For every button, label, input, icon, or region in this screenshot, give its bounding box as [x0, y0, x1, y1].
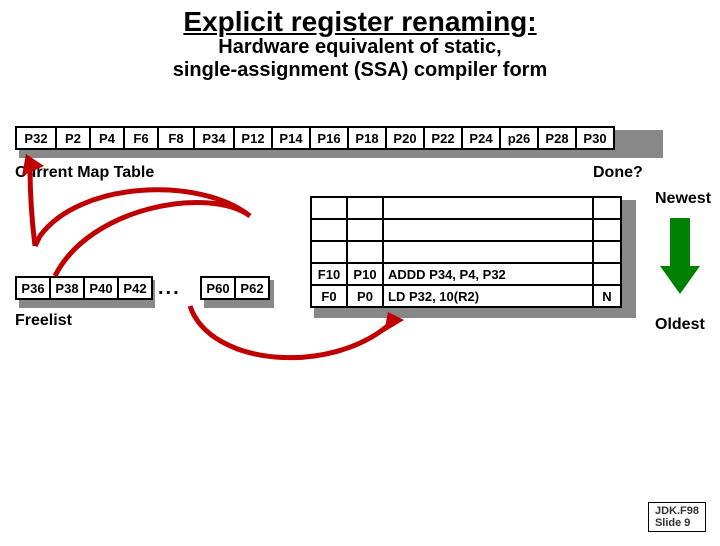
- rob-cell: F0: [310, 284, 348, 308]
- map-cell: P28: [537, 126, 577, 150]
- rob-table: F10P10ADDD P34, P4, P32F0P0LD P32, 10(R2…: [310, 196, 622, 308]
- map-cell: P18: [347, 126, 387, 150]
- rob-cell: [346, 196, 384, 220]
- footer-badge: JDK.F98 Slide 9: [648, 502, 706, 532]
- map-cell: P2: [55, 126, 91, 150]
- map-cell: P20: [385, 126, 425, 150]
- footer-line1: JDK.F98: [655, 505, 699, 517]
- rob-cell: [346, 240, 384, 264]
- freelist-cell: P42: [117, 276, 153, 300]
- newest-label: Newest: [655, 190, 711, 208]
- freelist-cell: P40: [83, 276, 119, 300]
- freelist-cell: P60: [200, 276, 236, 300]
- subtitle-line2: single-assignment (SSA) compiler form: [173, 59, 548, 81]
- rob-cell: [382, 218, 594, 242]
- table-row: F10P10ADDD P34, P4, P32: [310, 264, 622, 286]
- rob-cell: [592, 218, 622, 242]
- table-row: [310, 196, 622, 220]
- map-cell: P32: [15, 126, 57, 150]
- map-cell: P16: [309, 126, 349, 150]
- table-row: [310, 220, 622, 242]
- rob-cell: ADDD P34, P4, P32: [382, 262, 594, 286]
- freelist-b-row: P60P62: [200, 276, 270, 300]
- freelist-cell: P62: [234, 276, 270, 300]
- rob-cell: F10: [310, 262, 348, 286]
- map-cell: P24: [461, 126, 501, 150]
- page-subtitle: Hardware equivalent of static, single-as…: [0, 36, 720, 82]
- rob-cell: N: [592, 284, 622, 308]
- map-cell: P4: [89, 126, 125, 150]
- rob-cell: P0: [346, 284, 384, 308]
- map-cell: P14: [271, 126, 311, 150]
- rob-cell: [382, 196, 594, 220]
- subtitle-line1: Hardware equivalent of static,: [218, 36, 501, 58]
- rob-cell: [592, 196, 622, 220]
- footer-line2: Slide 9: [655, 517, 690, 529]
- rob-cell: [592, 262, 622, 286]
- rob-cell: [310, 240, 348, 264]
- rob-cell: [310, 196, 348, 220]
- freelist-cell: P36: [15, 276, 51, 300]
- table-row: F0P0LD P32, 10(R2)N: [310, 286, 622, 308]
- map-cell: P22: [423, 126, 463, 150]
- freelist-cell: P38: [49, 276, 85, 300]
- page-title: Explicit register renaming:: [0, 6, 720, 38]
- freelist-dots: ...: [158, 277, 181, 300]
- rob-cell: [346, 218, 384, 242]
- rob-cell: [310, 218, 348, 242]
- map-table-label: Current Map Table: [15, 164, 154, 182]
- map-cell: P34: [193, 126, 235, 150]
- freelist-label: Freelist: [15, 312, 72, 330]
- map-cell: P12: [233, 126, 273, 150]
- map-cell: P30: [575, 126, 615, 150]
- map-cell: F8: [157, 126, 195, 150]
- rob-cell: P10: [346, 262, 384, 286]
- done-label: Done?: [593, 164, 643, 182]
- rob-cell: LD P32, 10(R2): [382, 284, 594, 308]
- rob-cell: [592, 240, 622, 264]
- rob-cell: [382, 240, 594, 264]
- oldest-label: Oldest: [655, 316, 705, 334]
- map-cell: F6: [123, 126, 159, 150]
- freelist-a-row: P36P38P40P42: [15, 276, 153, 300]
- map-table-row: P32P2P4F6F8P34P12P14P16P18P20P22P24p26P2…: [15, 126, 615, 150]
- map-cell: p26: [499, 126, 539, 150]
- table-row: [310, 242, 622, 264]
